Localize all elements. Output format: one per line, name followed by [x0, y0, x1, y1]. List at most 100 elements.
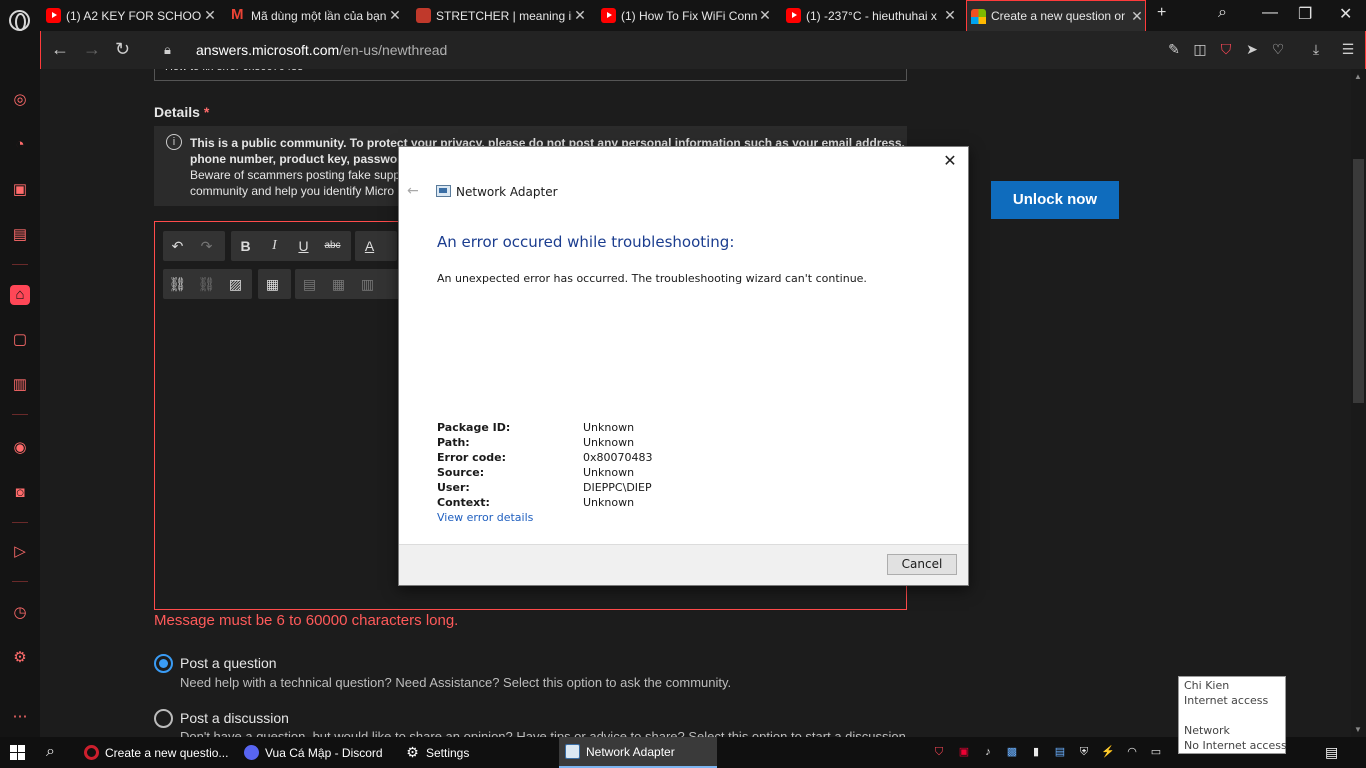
troubleshooter-dialog: ✕ ← Network Adapter An error occured whi… [398, 146, 969, 586]
post-question-radio[interactable] [154, 654, 173, 673]
tab-music[interactable]: (1) -237°C - hieuthuhai x ✕ [786, 0, 958, 31]
unlink-icon[interactable]: ⛓ [192, 269, 221, 299]
edit-url-icon[interactable]: ✎ [1166, 41, 1182, 57]
network-tooltip: Chi Kien Internet access Network No Inte… [1178, 676, 1287, 754]
page-scrollbar[interactable]: ▲ ▼ [1351, 69, 1366, 737]
strikethrough-icon[interactable]: abc [318, 231, 347, 261]
settings-icon[interactable]: ⚙ [10, 648, 30, 668]
home-icon[interactable]: ⌂ [10, 285, 30, 305]
opera-menu-icon[interactable] [9, 10, 30, 31]
post-question-label[interactable]: Post a question [180, 655, 277, 671]
tab-wifi-fix[interactable]: (1) How To Fix WiFi Conn ✕ [601, 0, 773, 31]
reload-icon[interactable]: ↻ [115, 39, 130, 60]
taskbar-app-settings[interactable]: ⚙ Settings [399, 737, 553, 768]
wifi-off-icon[interactable]: ◠ [1125, 745, 1139, 759]
title-input[interactable]: How to fix error 0x80070483 [154, 69, 907, 81]
player-icon[interactable]: ▷ [10, 542, 30, 562]
microphone-icon[interactable]: ▮ [1029, 745, 1043, 759]
notification-icon[interactable]: ▤ [1325, 744, 1338, 761]
network-status: Internet access [1184, 694, 1269, 707]
easy-setup-icon[interactable]: ☰ [1340, 41, 1356, 57]
post-discussion-radio[interactable] [154, 709, 173, 728]
tab-a2-key[interactable]: (1) A2 KEY FOR SCHOOLS ✕ [46, 0, 218, 31]
cancel-button[interactable]: Cancel [887, 554, 957, 575]
detail-value: 0x80070483 [583, 451, 653, 464]
taskbar-app-opera[interactable]: Create a new questio... [78, 737, 232, 768]
sidebar-divider [12, 522, 28, 523]
brave-icon[interactable]: ⛉ [932, 745, 946, 759]
gamepad-icon[interactable]: ◎ [10, 90, 30, 110]
taskbar-app-discord[interactable]: Vua Cá Mập - Discord [238, 737, 392, 768]
undo-icon[interactable]: ↶ [163, 231, 192, 261]
redo-icon[interactable]: ↷ [192, 231, 221, 261]
info-icon: i [166, 134, 182, 150]
scrollbar-thumb[interactable] [1353, 159, 1364, 403]
table-col-icon[interactable]: ▥ [353, 269, 382, 299]
minimize-icon[interactable]: — [1262, 4, 1278, 22]
windows-start-icon[interactable] [10, 745, 26, 761]
close-icon[interactable]: ✕ [1129, 8, 1145, 25]
table-row-icon[interactable]: ▤ [295, 269, 324, 299]
font-color-icon[interactable]: A [355, 231, 384, 261]
shield-icon[interactable]: ⛉ [1218, 41, 1234, 57]
app-tray-icon[interactable]: ▤ [1053, 745, 1067, 759]
underline-icon[interactable]: U [289, 231, 318, 261]
gmail-icon [231, 6, 246, 23]
detail-key: Path: [437, 436, 470, 449]
app-tray-icon[interactable]: ▩ [1005, 745, 1019, 759]
detail-key: Package ID: [437, 421, 511, 434]
back-icon[interactable]: ← [51, 39, 69, 60]
book-icon[interactable]: ▥ [10, 375, 30, 395]
link-icon[interactable]: ⛓ [163, 269, 192, 299]
more-icon[interactable]: ⋯ [10, 707, 30, 727]
detail-value: Unknown [583, 466, 635, 479]
download-icon[interactable]: ⤓ [1308, 41, 1324, 57]
search-icon[interactable]: ⌕ [46, 743, 55, 761]
twitch-icon[interactable]: ▤ [10, 225, 30, 245]
italic-icon[interactable]: I [260, 231, 289, 261]
bag-icon[interactable]: ▣ [10, 180, 30, 200]
speed-dial-icon[interactable]: ◔ [10, 135, 30, 155]
discord-icon[interactable]: ◙ [10, 483, 30, 503]
new-tab-icon[interactable]: + [1157, 4, 1166, 22]
close-icon[interactable]: ✕ [942, 7, 958, 24]
font-color-group: A [355, 231, 397, 261]
game-icon[interactable]: ▣ [957, 745, 971, 759]
battery-icon[interactable]: ▭ [1149, 745, 1163, 759]
back-arrow-icon[interactable]: ← [407, 183, 419, 199]
unlock-now-button[interactable]: Unlock now [991, 181, 1119, 219]
image-icon[interactable]: ▨ [221, 269, 250, 299]
table-icon[interactable]: ▦ [258, 269, 287, 299]
close-icon[interactable]: ✕ [202, 7, 218, 24]
scroll-up-icon[interactable]: ▲ [1354, 72, 1362, 81]
restore-icon[interactable]: ❐ [1298, 4, 1312, 24]
error-message: An unexpected error has occurred. The tr… [437, 272, 867, 285]
network-icon[interactable]: ⚡ [1101, 745, 1115, 759]
tab-label: (1) How To Fix WiFi Conn [621, 8, 757, 23]
camera-icon[interactable]: ◫ [1192, 41, 1208, 57]
scroll-down-icon[interactable]: ▼ [1354, 725, 1362, 734]
heart-icon[interactable]: ♡ [1270, 41, 1286, 57]
table-cell-icon[interactable]: ▦ [324, 269, 353, 299]
clock-icon[interactable]: ◷ [10, 603, 30, 623]
mic-off-icon[interactable]: ♪ [981, 745, 995, 759]
tab-gmail[interactable]: Mã dùng một lần của bạn ✕ [231, 0, 403, 31]
view-error-details-link[interactable]: View error details [437, 511, 533, 524]
close-icon[interactable]: ✕ [757, 7, 773, 24]
forward-icon[interactable]: → [83, 39, 101, 60]
bold-icon[interactable]: B [231, 231, 260, 261]
send-icon[interactable]: ➤ [1244, 41, 1260, 57]
close-window-icon[interactable]: ✕ [1339, 4, 1352, 24]
taskbar-app-network-adapter[interactable]: Network Adapter [559, 737, 717, 768]
tab-create-question[interactable]: Create a new question or ✕ [966, 0, 1146, 31]
close-icon[interactable]: ✕ [942, 153, 958, 169]
tab-stretcher[interactable]: STRETCHER | meaning in ✕ [416, 0, 588, 31]
security-icon[interactable]: ⛨ [1077, 745, 1091, 759]
post-discussion-label[interactable]: Post a discussion [180, 710, 289, 726]
messenger-icon[interactable]: ◉ [10, 438, 30, 458]
close-icon[interactable]: ✕ [572, 7, 588, 24]
close-icon[interactable]: ✕ [387, 7, 403, 24]
search-tabs-icon[interactable]: ⌕ [1218, 4, 1227, 22]
url-field[interactable]: answers.microsoft.com/en-us/newthread [196, 42, 447, 58]
controller-icon[interactable]: ▢ [10, 330, 30, 350]
